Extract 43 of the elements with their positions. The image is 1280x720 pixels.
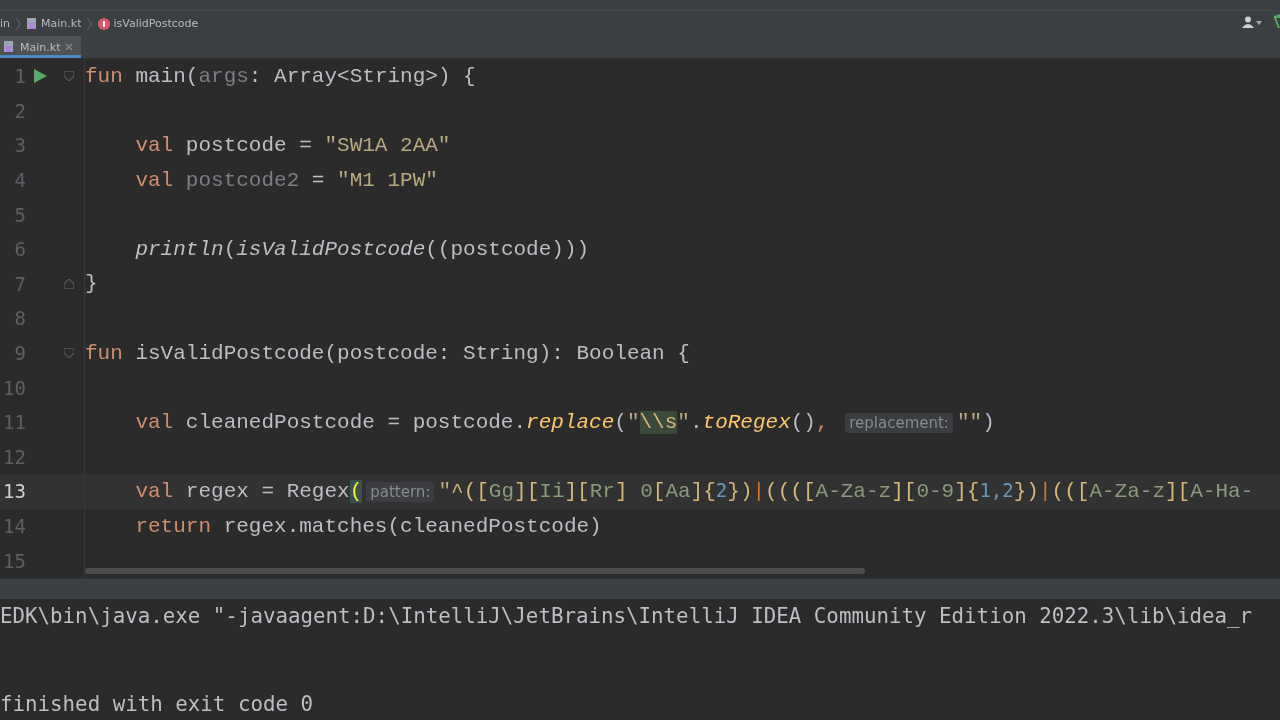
line-number: 5 bbox=[13, 203, 26, 226]
code-line: } bbox=[85, 272, 98, 296]
fold-icon[interactable] bbox=[64, 278, 74, 289]
scrollbar[interactable] bbox=[85, 568, 865, 574]
kotlin-file-icon bbox=[27, 17, 39, 30]
chevron-icon bbox=[16, 17, 22, 30]
code-line: val postcode2 = "M1 1PW" bbox=[134, 168, 438, 192]
chevron-icon bbox=[87, 17, 93, 30]
line-number: 10 bbox=[2, 376, 26, 399]
line-number: 13 bbox=[2, 480, 26, 503]
line-number: 14 bbox=[2, 515, 26, 537]
function-icon bbox=[98, 17, 111, 30]
breadcrumb-item[interactable]: in bbox=[0, 17, 11, 30]
line-number: 2 bbox=[13, 99, 26, 122]
kotlin-file-icon bbox=[4, 41, 15, 53]
line-number: 9 bbox=[13, 342, 26, 365]
code-line: fun main(args: Array<String>) { bbox=[85, 64, 476, 88]
fold-icon[interactable] bbox=[64, 71, 74, 82]
code-line: println(isValidPostcode((postcode))) bbox=[134, 237, 590, 261]
code-line: return regex.matches(cleanedPostcode) bbox=[134, 514, 602, 538]
console-line: finished with exit code 0 bbox=[0, 691, 315, 718]
close-icon[interactable] bbox=[65, 43, 74, 51]
line-number: 4 bbox=[13, 169, 26, 192]
line-number: 3 bbox=[13, 134, 26, 157]
line-number: 7 bbox=[13, 272, 26, 295]
line-number: 15 bbox=[2, 549, 26, 572]
fold-icon[interactable] bbox=[64, 348, 74, 359]
line-number: 1 bbox=[13, 65, 26, 88]
file-tab[interactable]: Main.kt bbox=[0, 36, 82, 58]
user-icon[interactable] bbox=[1242, 16, 1262, 28]
console-line: EDK\bin\java.exe "-javaagent:D:\IntelliJ\JetBrains\IntelliJ IDEA Community Edition 2022.3\lib\idea_r bbox=[0, 603, 1254, 630]
line-number: 12 bbox=[2, 445, 26, 468]
line-number: 6 bbox=[13, 238, 26, 261]
line-number: 8 bbox=[13, 307, 26, 330]
hammer-icon[interactable] bbox=[1274, 14, 1280, 28]
breadcrumb-item[interactable]: isValidPostcode bbox=[98, 17, 199, 30]
code-line: val regex = Regex( pattern: "^([Gg][Ii][Rr] 0[Aa]{2})|((([A-Za-z][0-9]{1,2})|(([A-Za-z][A-Ha- bbox=[134, 479, 1254, 504]
code-line: fun isValidPostcode(postcode: String): Boolean { bbox=[85, 341, 690, 365]
line-number: 11 bbox=[2, 411, 26, 434]
code-line: val postcode = "SW1A 2AA" bbox=[134, 134, 451, 157]
code-line: val cleanedPostcode = postcode.replace("\\s".toRegex(), replacement: "") bbox=[134, 410, 995, 434]
run-icon[interactable] bbox=[33, 69, 47, 84]
breadcrumb-item[interactable]: Main.kt bbox=[27, 17, 82, 30]
